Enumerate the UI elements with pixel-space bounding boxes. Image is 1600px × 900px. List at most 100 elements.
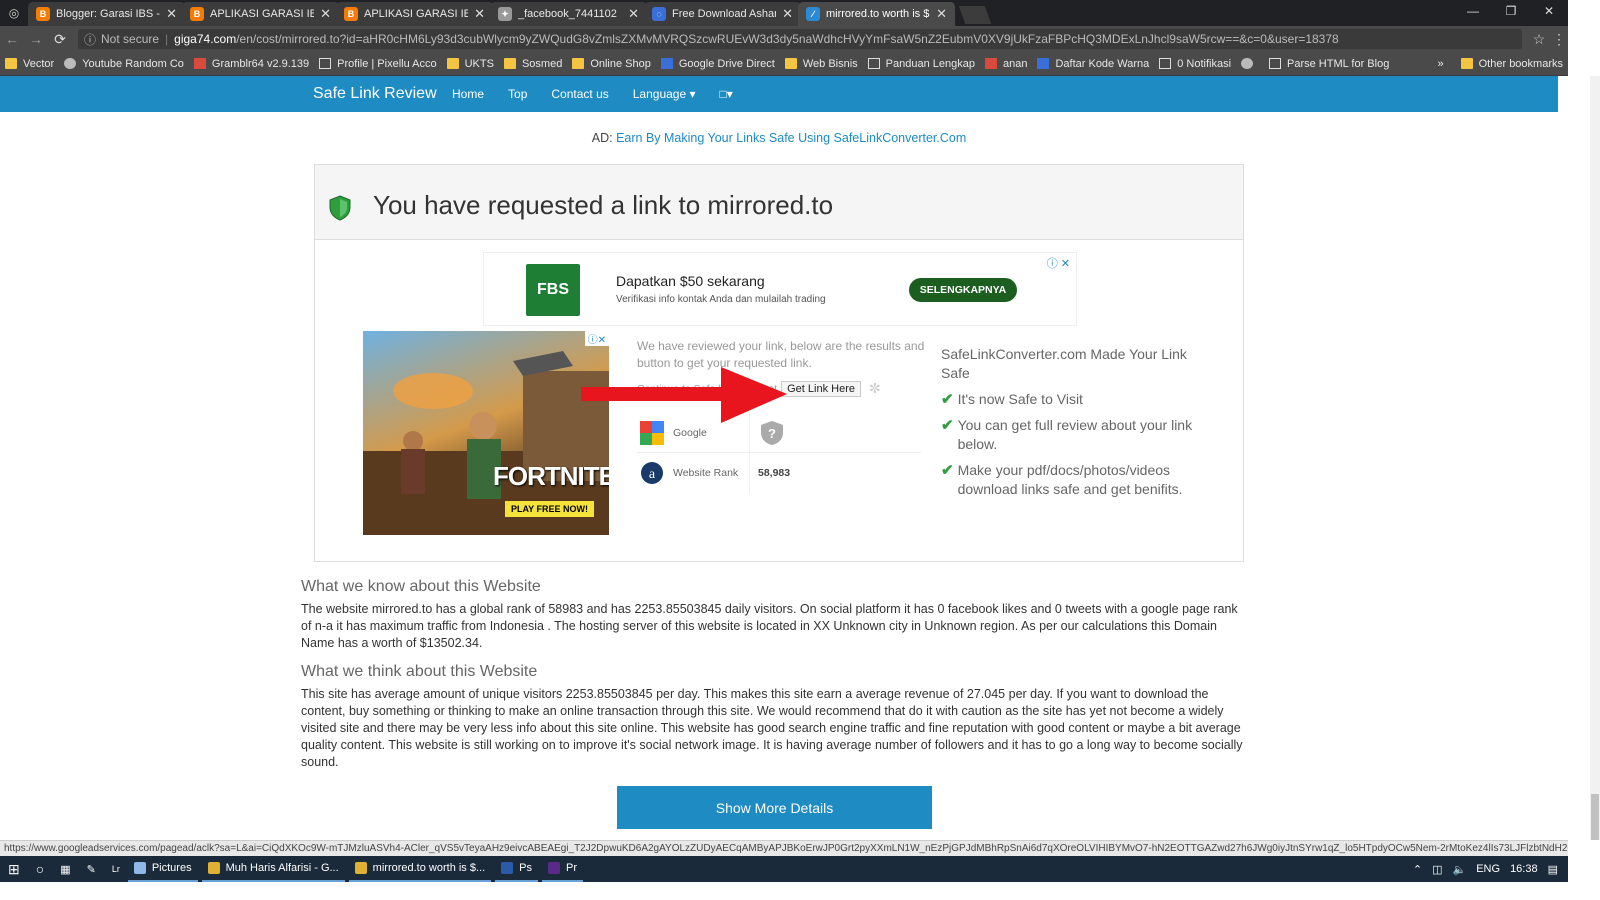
bookmark-item[interactable]: Panduan Lengkap — [863, 58, 980, 70]
toolbar: ← → ⟳ ⓘ Not secure | giga74.com/en/cost/… — [0, 26, 1568, 52]
maximize-icon[interactable]: ❐ — [1492, 0, 1530, 22]
fbs-cta-button[interactable]: SELENGKAPNYA — [909, 278, 1017, 302]
nav-link-4[interactable]: □▾ — [720, 87, 733, 101]
lightroom-icon[interactable]: Lr — [104, 856, 128, 882]
play-free-button[interactable]: PLAY FREE NOW! — [505, 501, 595, 517]
request-panel: You have requested a link to mirrored.to… — [314, 164, 1244, 562]
nav-link-0[interactable]: Home — [452, 87, 484, 101]
ad-link[interactable]: Earn By Making Your Links Safe Using Saf… — [616, 131, 966, 145]
tab-1[interactable]: B APLIKASI GARASI IBS - G ✕ — [182, 2, 340, 26]
page-title: You have requested a link to mirrored.to — [373, 190, 834, 220]
info-icon[interactable]: ⓘ — [84, 31, 96, 48]
bookmark-label: Youtube Random Co — [82, 57, 184, 70]
check-icon: ✔ — [941, 391, 954, 408]
rank-row-google: Google ? — [637, 412, 921, 453]
tab-2[interactable]: B APLIKASI GARASI IBS - G ✕ — [336, 2, 494, 26]
tab-0[interactable]: B Blogger: Garasi IBS - Buat ✕ — [28, 2, 186, 26]
app-icon — [133, 862, 146, 874]
fbs-subtext: Verifikasi info kontak Anda dan mulailah… — [616, 294, 826, 305]
bookmark-item[interactable]: 0 Notifikasi — [1154, 58, 1236, 70]
scrollbar-thumb[interactable] — [1591, 794, 1599, 840]
pen-icon[interactable]: ✎ — [79, 856, 104, 882]
bookmark-item[interactable]: Youtube Random Co — [59, 58, 189, 70]
bookmark-item[interactable]: Parse HTML for Blog — [1264, 58, 1394, 70]
other-bookmarks[interactable]: Other bookmarks — [1456, 58, 1568, 70]
back-icon[interactable]: ← — [0, 31, 24, 47]
task-view-icon[interactable]: ▦ — [52, 856, 78, 882]
bookmark-item[interactable]: Vector — [0, 58, 59, 70]
address-bar[interactable]: ⓘ Not secure | giga74.com/en/cost/mirror… — [78, 29, 1522, 49]
safe-item: ✔ You can get full review about your link… — [941, 416, 1201, 454]
bookmark-icon — [5, 58, 17, 69]
site-brand[interactable]: Safe Link Review — [313, 85, 437, 103]
bookmark-item[interactable] — [1236, 58, 1264, 69]
tab-close-icon[interactable]: ✕ — [166, 6, 177, 22]
bookmarks-overflow-icon[interactable]: » — [1438, 58, 1444, 70]
fortnite-ad[interactable]: FORTNITE PLAY FREE NOW! ⓘ✕ — [363, 331, 609, 535]
safe-item-text: Make your pdf/docs/photos/videos downloa… — [957, 462, 1183, 497]
safe-item: ✔ Make your pdf/docs/photos/videos downlo… — [941, 461, 1201, 499]
menu-icon[interactable]: ⋮ — [1550, 31, 1568, 48]
bookmark-item[interactable]: Profile | Pixellu Acco — [314, 58, 441, 70]
bookmark-item[interactable]: Sosmed — [499, 58, 567, 70]
start-icon[interactable]: ⊞ — [0, 856, 28, 882]
tab-3[interactable]: ✦ _facebook_7441102 ✕ — [490, 2, 648, 26]
taskbar-app[interactable]: Muh Haris Alfarisi - G... — [201, 856, 345, 882]
minimize-icon[interactable]: — — [1454, 0, 1492, 22]
tab-4[interactable]: ◌ Free Download Ashampo ✕ — [644, 2, 802, 26]
bookmark-item[interactable]: Online Shop — [567, 58, 656, 70]
fbs-headline: Dapatkan $50 sekarang — [616, 273, 765, 289]
tab-favicon-icon: ✦ — [498, 7, 512, 21]
bookmark-star-icon[interactable]: ☆ — [1528, 31, 1550, 48]
fbs-ad-banner[interactable]: FBS Dapatkan $50 sekarang Verifikasi inf… — [483, 252, 1077, 326]
rank-label: Website Rank — [673, 467, 739, 479]
taskbar-app[interactable]: Pictures — [127, 856, 198, 882]
bookmark-item[interactable]: Web Bisnis — [780, 58, 863, 70]
bookmark-icon — [193, 58, 206, 69]
bookmark-icon — [1269, 58, 1282, 69]
bookmark-item[interactable]: Gramblr64 v2.9.139 — [189, 58, 314, 70]
tab-close-icon[interactable]: ✕ — [628, 6, 639, 22]
forward-icon[interactable]: → — [24, 31, 48, 47]
taskbar-app[interactable]: Ps — [495, 856, 538, 882]
show-more-button[interactable]: Show More Details — [617, 786, 932, 829]
clock[interactable]: 16:38 — [1510, 863, 1538, 875]
nav-link-3[interactable]: Language ▾ — [633, 87, 696, 101]
taskbar-app[interactable]: mirrored.to worth is $... — [348, 856, 492, 882]
bookmark-label: Web Bisnis — [802, 57, 858, 70]
taskbar-app[interactable]: Pr — [542, 856, 583, 882]
taskbar-app-label: mirrored.to worth is $... — [372, 862, 486, 874]
bookmark-icon — [784, 58, 797, 69]
tab-close-icon[interactable]: ✕ — [474, 6, 485, 22]
reload-icon[interactable]: ⟳ — [48, 31, 72, 48]
bookmark-label: Daftar Kode Warna — [1055, 57, 1150, 70]
bookmark-item[interactable]: anan — [980, 58, 1032, 70]
ad-close-icon[interactable]: ⓘ ✕ — [1047, 255, 1070, 271]
taskbar-app-label: Ps — [519, 862, 532, 874]
search-icon[interactable]: ○ — [28, 856, 52, 882]
nav-link-2[interactable]: Contact us — [551, 87, 608, 101]
scrollbar[interactable] — [1590, 76, 1600, 840]
tab-close-icon[interactable]: ✕ — [936, 6, 947, 22]
new-tab-button[interactable] — [958, 6, 992, 24]
tab-close-icon[interactable]: ✕ — [320, 6, 331, 22]
incognito-icon[interactable]: ◎ — [0, 0, 28, 26]
bookmark-item[interactable]: UKTS — [442, 58, 499, 70]
language-indicator[interactable]: ENG — [1476, 863, 1500, 875]
nav-link-1[interactable]: Top — [508, 87, 527, 101]
close-icon[interactable]: ✕ — [1530, 0, 1568, 22]
get-link-button[interactable]: Get Link Here — [781, 380, 861, 397]
bookmark-icon — [1159, 58, 1172, 69]
bookmark-item[interactable]: Google Drive Direct — [656, 58, 780, 70]
bookmark-icon — [1241, 58, 1254, 69]
notification-icon[interactable]: ▤ — [1548, 863, 1558, 876]
volume-icon[interactable]: 🔈 — [1453, 863, 1467, 876]
tray-chevron-icon[interactable]: ⌃ — [1413, 863, 1422, 876]
tab-close-icon[interactable]: ✕ — [782, 6, 793, 22]
bookmark-label: anan — [1002, 57, 1028, 70]
bookmark-item[interactable]: Daftar Kode Warna — [1032, 58, 1154, 70]
think-section: What we think about this Website This si… — [301, 663, 1251, 771]
battery-icon[interactable]: ◫ — [1432, 863, 1442, 876]
tab-5[interactable]: ∕ mirrored.to worth is $ 13 ✕ — [798, 2, 956, 26]
ad-close-icon[interactable]: ⓘ✕ — [584, 331, 609, 346]
